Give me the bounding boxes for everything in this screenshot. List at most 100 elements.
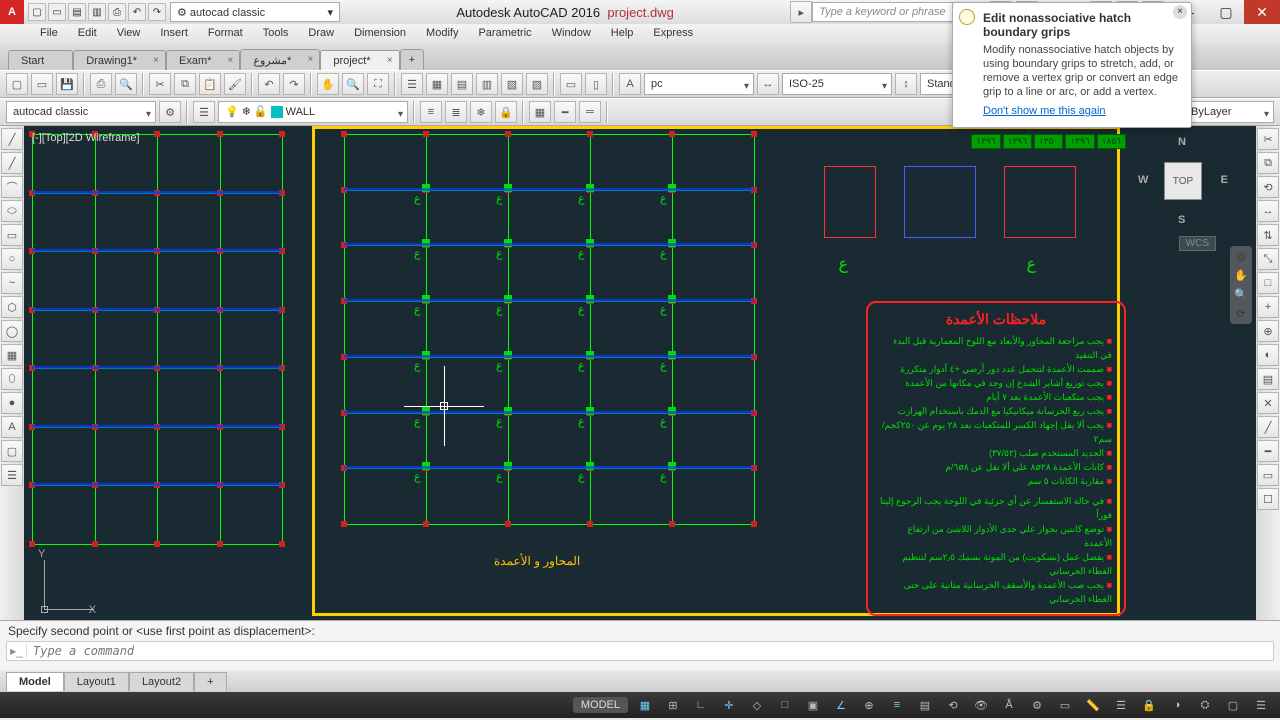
menu-edit[interactable]: Edit <box>68 24 107 46</box>
menu-express[interactable]: Express <box>643 24 703 46</box>
layer-props-icon[interactable]: ☰ <box>193 101 215 123</box>
tab-close-icon[interactable]: × <box>228 55 234 66</box>
polar-toggle-icon[interactable]: ✛ <box>718 695 740 715</box>
modify-tool-13[interactable]: ━ <box>1257 440 1279 462</box>
draw-tool-8[interactable]: ◯ <box>1 320 23 342</box>
annoscale-icon[interactable]: Å <box>998 695 1020 715</box>
layer-combo[interactable]: 💡❄🔓 WALL <box>218 101 408 123</box>
modify-tool-12[interactable]: ╱ <box>1257 416 1279 438</box>
file-tab[interactable]: Exam*× <box>166 50 240 70</box>
command-input[interactable] <box>27 644 1273 658</box>
layout-tab-layout1[interactable]: Layout1 <box>64 672 129 691</box>
qat-redo-icon[interactable]: ↷ <box>148 3 166 21</box>
cmd-prompt-icon[interactable]: ▸_ <box>7 644 27 658</box>
layout-tab-model[interactable]: Model <box>6 672 64 691</box>
cmd-combo[interactable]: pc <box>644 73 754 95</box>
trans-icon[interactable]: ▤ <box>914 695 936 715</box>
dimupd-icon[interactable]: ↕ <box>895 73 917 95</box>
modify-tool-6[interactable]: □ <box>1257 272 1279 294</box>
file-tab[interactable]: مشروع*× <box>240 49 320 70</box>
qat-new-icon[interactable]: ▢ <box>28 3 46 21</box>
lwt-icon[interactable]: ≡ <box>886 695 908 715</box>
style-combo[interactable]: autocad classic <box>6 101 156 123</box>
modify-tool-4[interactable]: ⇅ <box>1257 224 1279 246</box>
units-icon[interactable]: 📏 <box>1082 695 1104 715</box>
save-icon[interactable]: 💾 <box>56 73 78 95</box>
draw-tool-6[interactable]: ~ <box>1 272 23 294</box>
cycle-icon[interactable]: ⟲ <box>942 695 964 715</box>
lock-ui-icon[interactable]: 🔒 <box>1138 695 1160 715</box>
draw-tool-11[interactable]: ● <box>1 392 23 414</box>
modify-tool-9[interactable]: ◐ <box>1257 344 1279 366</box>
wcs-label[interactable]: WCS <box>1179 236 1216 251</box>
new-icon[interactable]: ▢ <box>6 73 28 95</box>
hw-icon[interactable]: ⛭ <box>1194 695 1216 715</box>
snap-toggle-icon[interactable]: ⊞ <box>662 695 684 715</box>
qat-print-icon[interactable]: ⎙ <box>108 3 126 21</box>
modify-tool-3[interactable]: ↔ <box>1257 200 1279 222</box>
nav-zoom-icon[interactable]: 🔍 <box>1234 288 1248 301</box>
new-tab-button[interactable]: + <box>400 49 424 70</box>
draw-tool-1[interactable]: ╱ <box>1 152 23 174</box>
viewcube-w[interactable]: W <box>1138 174 1148 186</box>
file-tab[interactable]: Drawing1*× <box>73 50 166 70</box>
file-tab[interactable]: Start <box>8 50 73 70</box>
menu-window[interactable]: Window <box>542 24 601 46</box>
draw-tool-2[interactable]: ⌒ <box>1 176 23 198</box>
space-mode[interactable]: MODEL <box>573 697 628 713</box>
lweight-icon[interactable]: ═ <box>579 101 601 123</box>
undo-icon[interactable]: ↶ <box>258 73 280 95</box>
layout-tab-layout2[interactable]: Layout2 <box>129 672 194 691</box>
file-tab[interactable]: project*× <box>320 50 399 70</box>
pan-icon[interactable]: ✋ <box>317 73 339 95</box>
menu-format[interactable]: Format <box>198 24 253 46</box>
modify-tool-5[interactable]: ⤡ <box>1257 248 1279 270</box>
menu-parametric[interactable]: Parametric <box>468 24 541 46</box>
draw-tool-13[interactable]: ▢ <box>1 440 23 462</box>
dimstyle-combo[interactable]: ISO-25 <box>782 73 892 95</box>
nav-wheel-icon[interactable]: ◎ <box>1236 250 1246 263</box>
workspace-combo[interactable]: ⚙ autocad classic▾ <box>170 2 340 22</box>
ltype-icon[interactable]: ━ <box>554 101 576 123</box>
layfrz-icon[interactable]: ❄ <box>470 101 492 123</box>
iso-toggle-icon[interactable]: ◇ <box>746 695 768 715</box>
draw-tool-9[interactable]: ▦ <box>1 344 23 366</box>
draw-tool-12[interactable]: A <box>1 416 23 438</box>
color-icon[interactable]: ▦ <box>529 101 551 123</box>
redo-icon[interactable]: ↷ <box>283 73 305 95</box>
copy-icon[interactable]: ⧉ <box>174 73 196 95</box>
draw-tool-10[interactable]: ⬯ <box>1 368 23 390</box>
viewcube-n[interactable]: N <box>1178 136 1186 148</box>
annomon-icon[interactable]: 👁 <box>970 695 992 715</box>
draw-tool-3[interactable]: ⬭ <box>1 200 23 222</box>
text-icon[interactable]: A <box>619 73 641 95</box>
layoff-icon[interactable]: ≣ <box>445 101 467 123</box>
nav-pan-icon[interactable]: ✋ <box>1234 269 1248 282</box>
tooltip-dismiss-link[interactable]: Don't show me this again <box>983 105 1181 117</box>
modify-tool-2[interactable]: ⟲ <box>1257 176 1279 198</box>
tab-close-icon[interactable]: × <box>153 55 159 66</box>
open-icon[interactable]: ▭ <box>31 73 53 95</box>
dim-icon[interactable]: ↔ <box>757 73 779 95</box>
menu-file[interactable]: File <box>30 24 68 46</box>
maximize-button[interactable]: ▢ <box>1208 0 1244 24</box>
qprops-icon[interactable]: ☰ <box>1110 695 1132 715</box>
menu-tools[interactable]: Tools <box>253 24 299 46</box>
qat-open-icon[interactable]: ▭ <box>48 3 66 21</box>
otrack-icon[interactable]: ∠ <box>830 695 852 715</box>
clean-icon[interactable]: ▢ <box>1222 695 1244 715</box>
sheetset-icon[interactable]: ▥ <box>476 73 498 95</box>
monitor-icon[interactable]: ▭ <box>1054 695 1076 715</box>
gear-icon[interactable]: ⚙ <box>159 101 181 123</box>
draw-tool-7[interactable]: ⬡ <box>1 296 23 318</box>
window-icon[interactable]: ▭ <box>560 73 582 95</box>
zoom-icon[interactable]: 🔍 <box>342 73 364 95</box>
nav-orbit-icon[interactable]: ⟳ <box>1236 307 1245 320</box>
plotstyle-combo[interactable]: ByLayer <box>1184 101 1274 123</box>
3dosnap-icon[interactable]: ▣ <box>802 695 824 715</box>
paste-icon[interactable]: 📋 <box>199 73 221 95</box>
draw-tool-5[interactable]: ○ <box>1 248 23 270</box>
plot-icon[interactable]: ⎙ <box>90 73 112 95</box>
markup-icon[interactable]: ▧ <box>501 73 523 95</box>
grid-toggle-icon[interactable]: ▦ <box>634 695 656 715</box>
